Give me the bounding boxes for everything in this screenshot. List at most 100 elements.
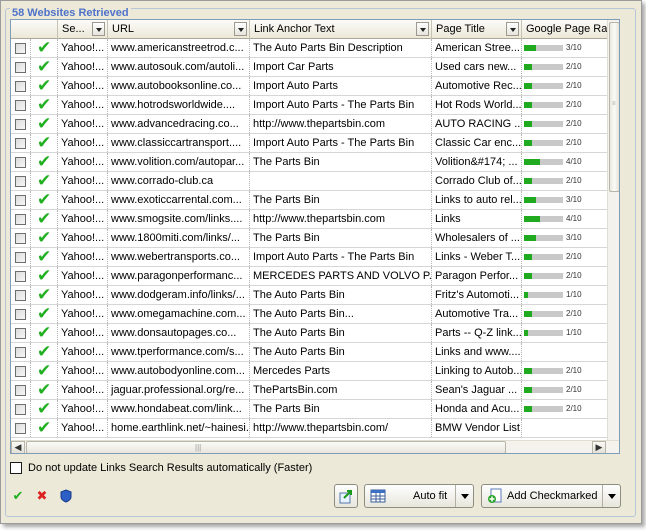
table-row[interactable]: ✔ Yahoo!... www.webertransports.co... Impor… xyxy=(11,248,607,267)
row-select-cell[interactable] xyxy=(11,115,31,133)
row-checkbox[interactable] xyxy=(15,366,26,377)
horizontal-scroll-thumb[interactable]: ||| xyxy=(26,441,506,453)
url-cell[interactable]: www.hotrodsworldwide.... xyxy=(108,96,250,114)
vertical-scrollbar[interactable]: ≡ xyxy=(607,20,619,440)
url-cell[interactable]: www.advancedracing.co... xyxy=(108,115,250,133)
url-cell[interactable]: www.donsautopages.co... xyxy=(108,324,250,342)
row-select-cell[interactable] xyxy=(11,229,31,247)
url-cell[interactable]: www.classiccartransport.... xyxy=(108,134,250,152)
row-select-cell[interactable] xyxy=(11,153,31,171)
row-select-cell[interactable] xyxy=(11,39,31,57)
url-cell[interactable]: www.hondabeat.com/link... xyxy=(108,400,250,418)
row-checkbox[interactable] xyxy=(15,271,26,282)
table-row[interactable]: ✔ Yahoo!... www.paragonperformanc... MERCED… xyxy=(11,267,607,286)
row-select-cell[interactable] xyxy=(11,267,31,285)
no-update-checkbox[interactable] xyxy=(10,462,22,474)
add-checkmarked-button[interactable]: Add Checkmarked xyxy=(481,484,621,508)
table-row[interactable]: ✔ Yahoo!... www.smogsite.com/links.... http… xyxy=(11,210,607,229)
row-select-cell[interactable] xyxy=(11,324,31,342)
table-row[interactable]: ✔ Yahoo!... www.autobodyonline.com... Merce… xyxy=(11,362,607,381)
header-url[interactable]: URL xyxy=(108,20,250,39)
url-cell[interactable]: www.webertransports.co... xyxy=(108,248,250,266)
url-cell[interactable]: www.corrado-club.ca xyxy=(108,172,250,190)
row-checkbox[interactable] xyxy=(15,62,26,73)
table-row[interactable]: ✔ Yahoo!... www.dodgeram.info/links/... The… xyxy=(11,286,607,305)
row-checkbox[interactable] xyxy=(15,195,26,206)
table-row[interactable]: ✔ Yahoo!... home.earthlink.net/~hainesi...… xyxy=(11,419,607,438)
horizontal-scrollbar[interactable]: ◀ ||| ▶ xyxy=(11,440,619,453)
url-cell[interactable]: home.earthlink.net/~hainesi... xyxy=(108,419,250,437)
table-row[interactable]: ✔ Yahoo!... www.1800miti.com/links/... The … xyxy=(11,229,607,248)
row-select-cell[interactable] xyxy=(11,343,31,361)
row-checkbox[interactable] xyxy=(15,81,26,92)
row-checkbox[interactable] xyxy=(15,309,26,320)
row-checkbox[interactable] xyxy=(15,157,26,168)
scroll-right-icon[interactable]: ▶ xyxy=(592,441,606,453)
filter-dropdown-icon[interactable] xyxy=(506,22,519,36)
row-select-cell[interactable] xyxy=(11,286,31,304)
row-select-cell[interactable] xyxy=(11,400,31,418)
auto-fit-dropdown-icon[interactable] xyxy=(455,485,473,507)
row-select-cell[interactable] xyxy=(11,248,31,266)
row-select-cell[interactable] xyxy=(11,96,31,114)
row-checkbox[interactable] xyxy=(15,404,26,415)
header-rank[interactable]: Google Page Rank xyxy=(522,20,607,39)
row-select-cell[interactable] xyxy=(11,134,31,152)
row-select-cell[interactable] xyxy=(11,77,31,95)
row-checkbox[interactable] xyxy=(15,423,26,434)
header-search-engine[interactable]: Se... xyxy=(58,20,108,39)
row-select-cell[interactable] xyxy=(11,305,31,323)
table-row[interactable]: ✔ Yahoo!... jaguar.professional.org/re... T… xyxy=(11,381,607,400)
url-cell[interactable]: www.dodgeram.info/links/... xyxy=(108,286,250,304)
table-row[interactable]: ✔ Yahoo!... www.omegamachine.com... The Aut… xyxy=(11,305,607,324)
blue-action-button[interactable] xyxy=(55,487,77,505)
row-select-cell[interactable] xyxy=(11,191,31,209)
table-row[interactable]: ✔ Yahoo!... www.classiccartransport.... Imp… xyxy=(11,134,607,153)
row-checkbox[interactable] xyxy=(15,385,26,396)
row-checkbox[interactable] xyxy=(15,328,26,339)
table-row[interactable]: ✔ Yahoo!... www.corrado-club.ca Corrado Clu… xyxy=(11,172,607,191)
table-row[interactable]: ✔ Yahoo!... www.exoticcarrental.com... The … xyxy=(11,191,607,210)
url-cell[interactable]: www.exoticcarrental.com... xyxy=(108,191,250,209)
filter-dropdown-icon[interactable] xyxy=(234,22,247,36)
url-cell[interactable]: www.omegamachine.com... xyxy=(108,305,250,323)
table-row[interactable]: ✔ Yahoo!... www.tperformance.com/s... The A… xyxy=(11,343,607,362)
row-select-cell[interactable] xyxy=(11,210,31,228)
row-checkbox[interactable] xyxy=(15,290,26,301)
filter-dropdown-icon[interactable] xyxy=(416,22,429,36)
row-checkbox[interactable] xyxy=(15,100,26,111)
url-cell[interactable]: www.smogsite.com/links.... xyxy=(108,210,250,228)
table-row[interactable]: ✔ Yahoo!... www.hondabeat.com/link... The P… xyxy=(11,400,607,419)
check-all-button[interactable]: ✔ xyxy=(7,487,29,505)
url-cell[interactable]: www.paragonperformanc... xyxy=(108,267,250,285)
row-checkbox[interactable] xyxy=(15,233,26,244)
table-row[interactable]: ✔ Yahoo!... www.advancedracing.co... http:/… xyxy=(11,115,607,134)
url-cell[interactable]: www.autosouk.com/autoli... xyxy=(108,58,250,76)
add-checkmarked-dropdown-icon[interactable] xyxy=(602,485,620,507)
row-select-cell[interactable] xyxy=(11,381,31,399)
url-cell[interactable]: www.americanstreetrod.c... xyxy=(108,39,250,57)
table-row[interactable]: ✔ Yahoo!... www.volition.com/autopar... The… xyxy=(11,153,607,172)
filter-dropdown-icon[interactable] xyxy=(92,22,105,36)
header-anchor[interactable]: Link Anchor Text xyxy=(250,20,432,39)
table-row[interactable]: ✔ Yahoo!... www.hotrodsworldwide.... Import… xyxy=(11,96,607,115)
url-cell[interactable]: www.autobooksonline.co... xyxy=(108,77,250,95)
url-cell[interactable]: www.volition.com/autopar... xyxy=(108,153,250,171)
row-select-cell[interactable] xyxy=(11,172,31,190)
row-select-cell[interactable] xyxy=(11,362,31,380)
remove-button[interactable]: ✖ xyxy=(31,487,53,505)
auto-fit-button[interactable]: Auto fit xyxy=(364,484,474,508)
row-select-cell[interactable] xyxy=(11,58,31,76)
row-checkbox[interactable] xyxy=(15,119,26,130)
table-row[interactable]: ✔ Yahoo!... www.donsautopages.co... The Aut… xyxy=(11,324,607,343)
vertical-scroll-thumb[interactable]: ≡ xyxy=(609,22,619,192)
scroll-left-icon[interactable]: ◀ xyxy=(11,441,25,453)
row-checkbox[interactable] xyxy=(15,214,26,225)
row-checkbox[interactable] xyxy=(15,43,26,54)
url-cell[interactable]: www.1800miti.com/links/... xyxy=(108,229,250,247)
url-cell[interactable]: jaguar.professional.org/re... xyxy=(108,381,250,399)
export-button[interactable] xyxy=(334,484,358,508)
row-checkbox[interactable] xyxy=(15,252,26,263)
row-select-cell[interactable] xyxy=(11,419,31,437)
row-checkbox[interactable] xyxy=(15,347,26,358)
